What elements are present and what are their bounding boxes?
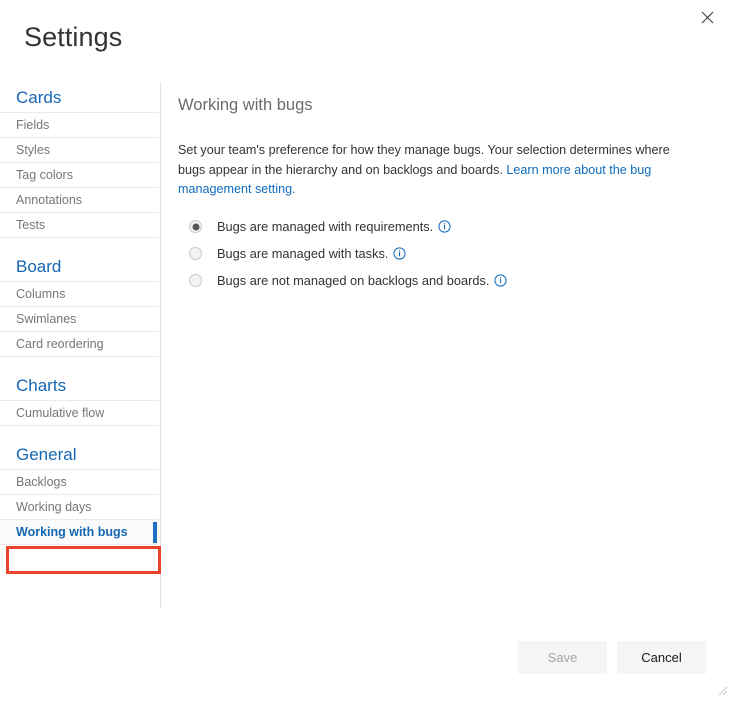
bug-management-radio-group: Bugs are managed with requirements. Bugs … [178,217,688,291]
resize-grip-icon[interactable] [714,682,728,696]
sidebar-item-label: Annotations [16,193,82,207]
radio-option-label: Bugs are not managed on backlogs and boa… [217,273,489,288]
sidebar-item-label: Columns [16,287,65,301]
sidebar-item-cumulative-flow[interactable]: Cumulative flow [0,401,159,426]
sidebar-section-header-board: Board [0,251,159,282]
sidebar-item-fields[interactable]: Fields [0,113,159,138]
sidebar-item-label: Working with bugs [16,525,128,539]
sidebar-item-backlogs[interactable]: Backlogs [0,470,159,495]
save-button[interactable]: Save [518,641,607,674]
radio-option-label: Bugs are managed with tasks. [217,246,388,261]
sidebar-item-styles[interactable]: Styles [0,138,159,163]
radio-option-3[interactable]: Bugs are not managed on backlogs and boa… [178,271,688,291]
sidebar-item-working-days[interactable]: Working days [0,495,159,520]
info-icon[interactable] [438,220,451,233]
settings-sidebar: Cards Fields Styles Tag colors Annotations Te… [0,82,159,609]
sidebar-item-card-reordering[interactable]: Card reordering [0,332,159,357]
sidebar-item-swimlanes[interactable]: Swimlanes [0,307,159,332]
sidebar-item-columns[interactable]: Columns [0,282,159,307]
settings-body: Cards Fields Styles Tag colors Annotations Te… [0,82,730,622]
sidebar-item-tests[interactable]: Tests [0,213,159,238]
sidebar-section-header-general: General [0,439,159,470]
sidebar-item-working-with-bugs[interactable]: Working with bugs [0,520,159,545]
radio-option-label: Bugs are managed with requirements. [217,219,433,234]
sidebar-item-tag-colors[interactable]: Tag colors [0,163,159,188]
selected-accent-bar [153,522,157,543]
cancel-button[interactable]: Cancel [617,641,706,674]
close-icon [701,11,714,24]
selection-annotation-box [6,546,161,574]
close-button[interactable] [692,4,722,30]
sidebar-item-label: Working days [16,500,92,514]
info-icon[interactable] [494,274,507,287]
sidebar-section-header-cards: Cards [0,82,159,113]
sidebar-item-label: Cumulative flow [16,406,104,420]
dialog-footer: Save Cancel [0,641,730,675]
content-heading: Working with bugs [178,96,688,115]
info-icon[interactable] [393,247,406,260]
sidebar-item-label: Backlogs [16,475,67,489]
settings-content-pane: Working with bugs Set your team's prefer… [178,96,688,298]
radio-button-1[interactable] [189,220,202,233]
sidebar-item-label: Swimlanes [16,312,76,326]
radio-button-2[interactable] [189,247,202,260]
sidebar-item-annotations[interactable]: Annotations [0,188,159,213]
radio-option-2[interactable]: Bugs are managed with tasks. [178,244,688,264]
radio-option-1[interactable]: Bugs are managed with requirements. [178,217,688,237]
sidebar-nav-list: Cards Fields Styles Tag colors Annotations Te… [0,82,159,545]
page-title: Settings [24,22,122,53]
sidebar-divider [160,82,161,609]
sidebar-item-label: Tests [16,218,45,232]
sidebar-item-label: Fields [16,118,49,132]
sidebar-item-label: Styles [16,143,50,157]
sidebar-item-label: Card reordering [16,337,104,351]
radio-button-3[interactable] [189,274,202,287]
sidebar-item-label: Tag colors [16,168,73,182]
sidebar-section-header-charts: Charts [0,370,159,401]
content-description: Set your team's preference for how they … [178,141,674,200]
